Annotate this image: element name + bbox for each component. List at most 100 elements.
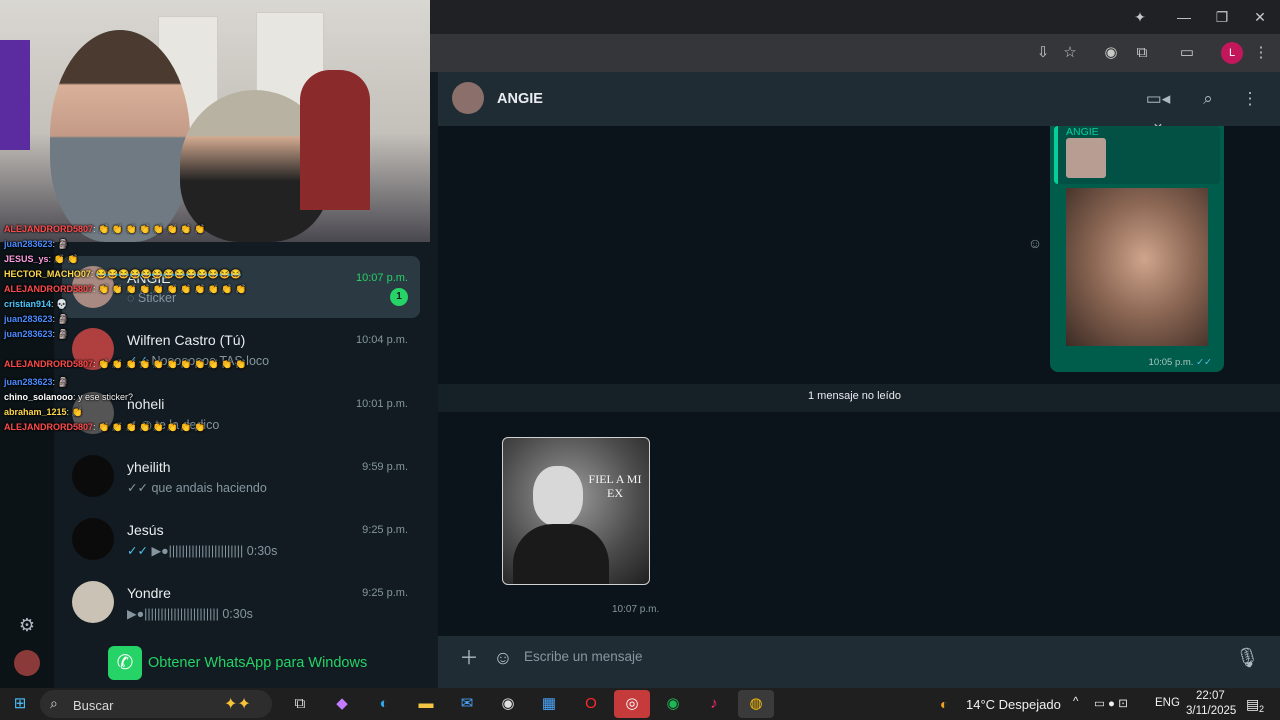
quoted-image-thumbnail [1066,138,1106,178]
app-icon[interactable]: ◎ [614,690,650,718]
chat-item-yheilith[interactable]: yheilith 9:59 p.m. ✓✓ que andais haciend… [62,445,420,507]
clock-time[interactable]: 22:07 [1196,690,1225,702]
outgoing-message[interactable]: ANGIE 10:05 p.m. ✓✓ [1050,126,1224,372]
chat-item-wilfren[interactable]: Wilfren Castro (Tú) 10:04 p.m. ✓✓ Nooooo… [62,318,420,380]
chat-time: 10:01 p.m. [356,398,408,410]
sticker-caption: FIEL A MI EX [588,472,642,500]
chat-last-message: ✓✓ Noooooooo TAS loco [127,354,270,368]
chat-last-message: ◌ Sticker [127,291,177,305]
quoted-sender: ANGIE [1066,126,1099,138]
browser-titlebar: ✦ — ❐ ✕ [430,0,1280,34]
chat-item-jesus[interactable]: Jesús 9:25 p.m. ✓✓ ▶●|||||||||||||||||||… [62,508,420,570]
task-view-icon[interactable]: ⧉ [282,690,318,718]
edge-icon[interactable]: ◐ [366,690,402,718]
tray-chevron-icon[interactable]: ^ [1073,696,1078,708]
chat-item-yondre[interactable]: Yondre 9:25 p.m. ▶●|||||||||||||||||||||… [62,571,420,633]
chat-name: Yondre [127,585,171,601]
weather-text[interactable]: 14°C Despejado [966,697,1061,712]
maximize-button[interactable]: ❐ [1208,6,1236,28]
unread-divider: 1 mensaje no leído [438,384,1280,412]
avatar [72,455,114,497]
read-ticks-icon: ✓✓ [127,481,148,495]
chat-item-angie[interactable]: ANGIE 10:07 p.m. ◌ Sticker 1 [62,256,420,318]
quoted-message[interactable]: ANGIE [1054,126,1220,184]
profile-avatar[interactable]: L [1221,42,1243,64]
copilot-app-icon[interactable]: ◆ [324,690,360,718]
chat-name: noheli [127,396,165,412]
clock-date[interactable]: 3/11/2025 [1186,705,1236,717]
copilot-sparkle-icon: ✦✦ [224,696,251,713]
store-icon[interactable]: ▦ [531,690,567,718]
windows-taskbar: ⊞ ⌕ Buscar ✦✦ ⧉ ◆ ◐ ▬ ✉ ◉ ▦ O ◎ ◉ ♪ ◍ ◐ … [0,688,1280,720]
message-input[interactable]: Escribe un mensaje [524,649,643,664]
tray-icons[interactable]: ▭ ● ⊡ [1094,696,1128,710]
opera-icon[interactable]: O [573,690,609,718]
bookmark-star-icon[interactable]: ☆ [1059,42,1081,64]
outlook-icon[interactable]: ✉ [449,690,485,718]
photo-attachment[interactable] [1066,188,1208,346]
message-time: 10:05 p.m. ✓✓ [1148,357,1212,368]
sticker-message[interactable]: FIEL A MI EX [502,437,650,585]
get-whatsapp-windows-link[interactable]: ✆ Obtener WhatsApp para Windows [108,646,408,682]
avatar [72,266,114,308]
notification-count: 2 [1259,704,1265,714]
chat-last-message: ✓✓ ▶●||||||||||||||||||||||| 0:30s [127,544,278,558]
voice-play-icon: ▶ [151,544,162,558]
video-call-icon[interactable]: ▭◂ ⌄ [1138,87,1178,132]
install-app-icon[interactable]: ⇩ [1032,42,1054,64]
whatsapp-logo-icon: ✆ [108,646,142,680]
obs-icon[interactable]: ◉ [490,690,526,718]
unread-badge: 1 [390,288,408,306]
nav-rail: ⚙ [0,242,54,688]
unread-label: 1 mensaje no leído [808,390,901,402]
avatar [72,518,114,560]
taskbar-search[interactable]: ⌕ Buscar ✦✦ [40,690,272,718]
read-ticks-icon: ✓✓ [1196,357,1212,368]
chat-name: Jesús [127,522,164,538]
browser-menu-icon[interactable]: ⋮ [1250,42,1272,64]
weather-icon: ◐ [940,696,949,712]
chat-item-noheli[interactable]: noheli 10:01 p.m. ✓ ◎ te la dedico [62,382,420,444]
chat-name: ANGIE [127,270,171,286]
chat-last-message: ▶●||||||||||||||||||||||| 0:30s [127,607,253,621]
chat-name: yheilith [127,459,171,475]
attach-plus-icon[interactable]: ＋ [456,646,482,672]
contact-name[interactable]: ANGIE [497,91,543,107]
notifications-icon[interactable]: ▤ [1246,696,1259,713]
read-ticks-icon: ✓✓ [127,544,148,558]
close-window-button[interactable]: ✕ [1246,6,1274,28]
read-ticks-icon: ✓✓ [127,354,148,368]
react-emoji-icon[interactable]: ☺ [1026,234,1044,252]
sticker-time: 10:07 p.m. [612,604,660,615]
search-icon: ⌕ [50,695,58,711]
avatar [72,328,114,370]
contact-avatar[interactable] [452,82,484,114]
chat-time: 10:07 p.m. [356,272,408,284]
tab-search-icon[interactable]: ▭ [1176,42,1198,64]
search-icon[interactable]: ⌕ [1196,87,1220,111]
webcam-feed [0,0,430,242]
extensions-puzzle-icon[interactable]: ⧉ [1131,42,1153,64]
menu-dots-icon[interactable]: ⋮ [1238,87,1262,111]
chat-time: 9:25 p.m. [362,524,408,536]
extension-icon[interactable]: ◉ [1100,42,1122,64]
language-indicator[interactable]: ENG [1155,697,1180,709]
settings-gear-icon[interactable]: ⚙ [14,612,40,638]
microphone-icon[interactable]: 🎙 [1234,646,1260,672]
chrome-icon[interactable]: ◍ [738,690,774,718]
windows-start-icon[interactable]: ⊞ [2,690,38,718]
spotify-icon[interactable]: ◉ [655,690,691,718]
my-profile-avatar[interactable] [14,650,40,676]
chat-time: 10:04 p.m. [356,334,408,346]
message-composer[interactable]: ＋ ☺ Escribe un mensaje 🎙 [438,636,1280,688]
file-explorer-icon[interactable]: ▬ [408,690,444,718]
gemini-icon[interactable]: ✦ [1126,6,1154,28]
chat-last-message: ✓ ◎ te la dedico [127,418,220,432]
chat-last-message: ✓✓ que andais haciendo [127,481,267,495]
minimize-button[interactable]: — [1170,6,1198,28]
conversation-header[interactable]: ANGIE ▭◂ ⌄ ⌕ ⋮ [438,72,1280,132]
get-whatsapp-label: Obtener WhatsApp para Windows [148,655,368,671]
emoji-icon[interactable]: ☺ [490,646,516,672]
tiktok-icon[interactable]: ♪ [696,690,732,718]
sticker-suit [513,524,609,584]
